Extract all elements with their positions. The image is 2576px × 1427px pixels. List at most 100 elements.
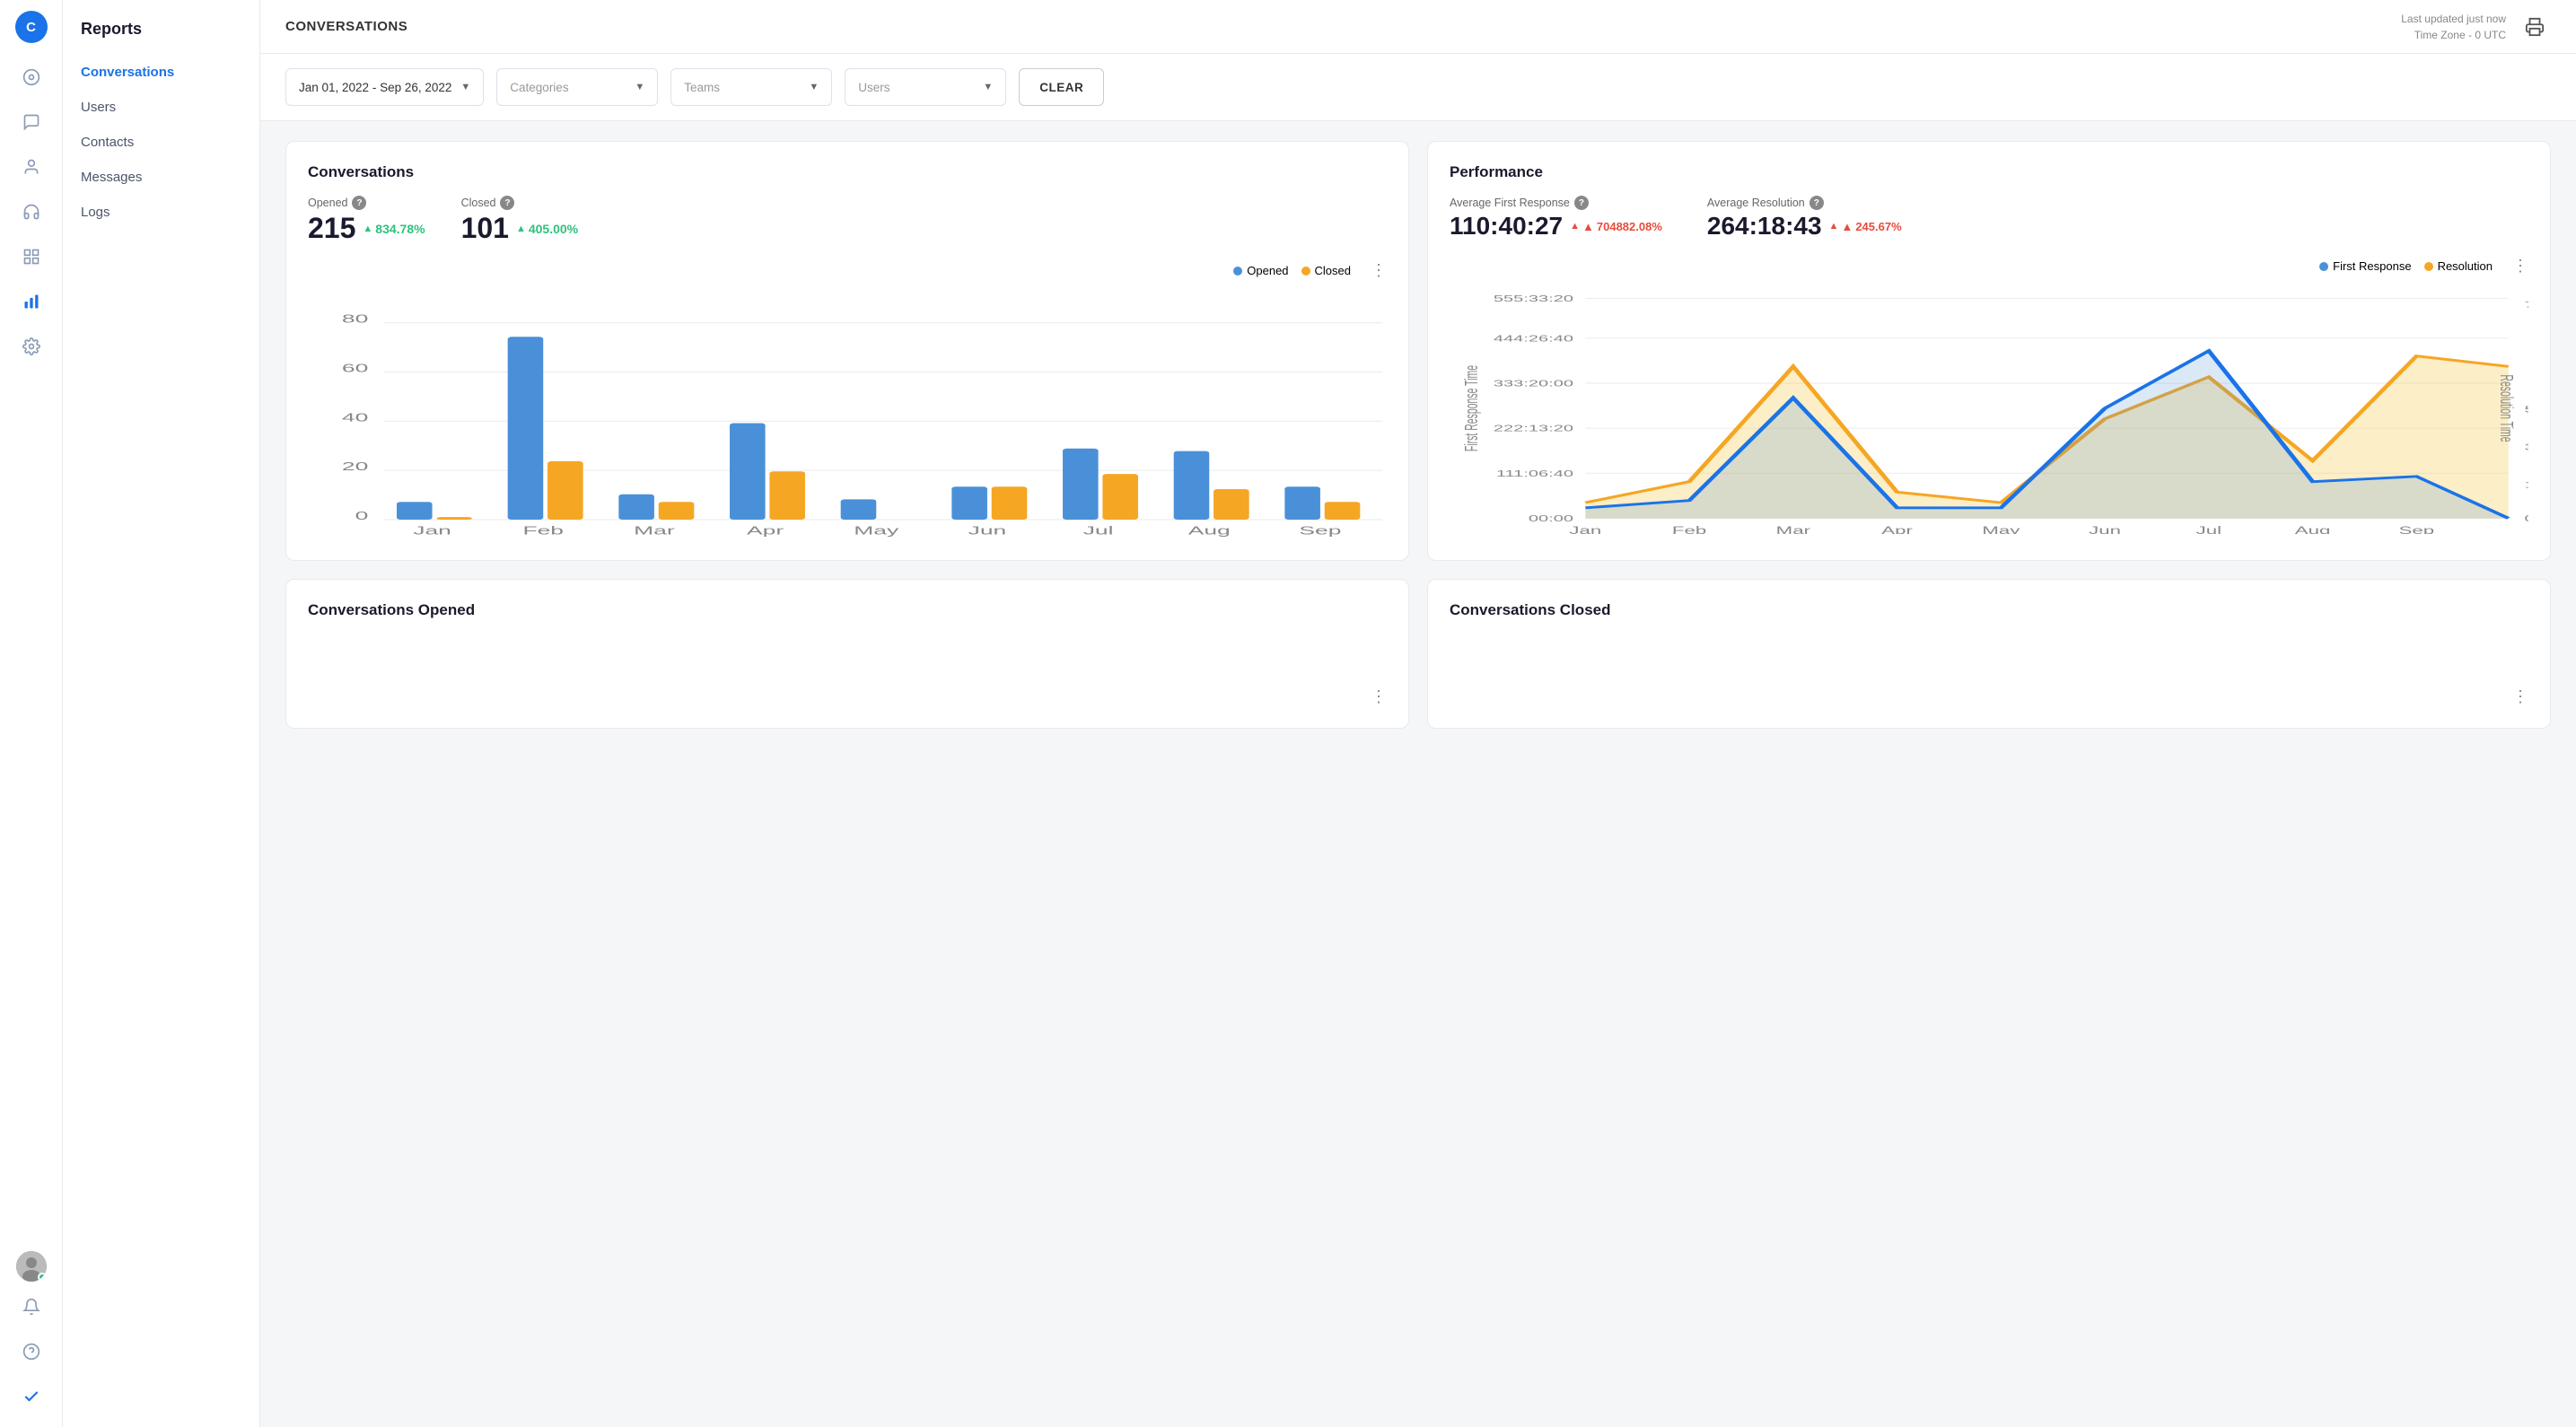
closed-help-icon[interactable]: ? — [500, 196, 514, 210]
svg-text:Mar: Mar — [1776, 524, 1810, 534]
opened-value: 215 834.78% — [308, 212, 425, 245]
reports-icon[interactable] — [12, 282, 51, 321]
nav-item-logs[interactable]: Logs — [63, 195, 259, 230]
bottom-cards-row: Conversations Opened ⋮ Conversations Clo… — [285, 579, 2551, 729]
date-range-filter[interactable]: Jan 01, 2022 - Sep 26, 2022 ▼ — [285, 68, 484, 106]
performance-chart-menu[interactable]: ⋮ — [2512, 257, 2528, 276]
app-avatar: C — [15, 11, 48, 43]
settings-icon[interactable] — [12, 327, 51, 366]
svg-text:40: 40 — [342, 411, 368, 424]
user-avatar[interactable] — [16, 1251, 47, 1282]
avg-resolution-help-icon[interactable]: ? — [1809, 196, 1824, 210]
checkmark-icon[interactable] — [12, 1377, 51, 1416]
legend-first-response: First Response — [2319, 259, 2411, 273]
svg-text:444:26:40: 444:26:40 — [1494, 334, 1573, 344]
opened-metric: Opened ? 215 834.78% — [308, 196, 425, 245]
svg-text:Jan: Jan — [1569, 524, 1601, 534]
user-status-dot — [38, 1273, 47, 1282]
nav-item-conversations[interactable]: Conversations — [63, 55, 259, 90]
avg-resolution-change: ▲ 245.67% — [1829, 220, 1902, 233]
svg-text:60: 60 — [342, 362, 368, 374]
opened-change: 834.78% — [363, 222, 425, 236]
top-cards-row: Conversations Opened ? 215 834.78% — [285, 141, 2551, 561]
closed-change: 405.00% — [516, 222, 578, 236]
performance-line-chart: 00:00 111:06:40 222:13:20 333:20:00 444:… — [1450, 283, 2528, 534]
legend-opened: Opened — [1233, 264, 1288, 277]
conversations-card: Conversations Opened ? 215 834.78% — [285, 141, 1409, 561]
clear-button[interactable]: CLEAR — [1019, 68, 1104, 106]
closed-value: 101 405.00% — [461, 212, 579, 245]
avg-first-response-help-icon[interactable]: ? — [1574, 196, 1589, 210]
avg-resolution-value: 264:18:43 ▲ 245.67% — [1707, 212, 1902, 241]
svg-text:222:13:20: 222:13:20 — [1494, 424, 1573, 433]
conversations-bar-chart: 0 20 40 60 80 JanFebMarAprMayJunJulAugSe… — [308, 287, 1387, 538]
svg-text:777:46:40: 777:46:40 — [2525, 300, 2528, 310]
conversations-chart-menu[interactable]: ⋮ — [1371, 261, 1387, 280]
svg-text:333:20:00: 333:20:00 — [1494, 379, 1573, 389]
svg-text:May: May — [854, 524, 899, 537]
conversations-opened-card: Conversations Opened ⋮ — [285, 579, 1409, 729]
avg-resolution-label: Average Resolution ? — [1707, 196, 1902, 210]
categories-filter[interactable]: Categories ▼ — [496, 68, 658, 106]
avg-resolution-metric: Average Resolution ? 264:18:43 ▲ 245.67% — [1707, 196, 1902, 241]
svg-text:May: May — [1982, 524, 2020, 534]
avg-first-response-change: ▲ 704882.08% — [1570, 220, 1662, 233]
svg-text:20: 20 — [342, 460, 368, 473]
svg-text:0: 0 — [355, 510, 369, 522]
help-icon[interactable] — [12, 1332, 51, 1371]
opened-help-icon[interactable]: ? — [352, 196, 366, 210]
opened-chart-menu[interactable]: ⋮ — [1371, 687, 1387, 706]
print-button[interactable] — [2519, 11, 2551, 43]
home-icon[interactable] — [12, 57, 51, 97]
legend-resolution: Resolution — [2424, 259, 2493, 273]
closed-label: Closed ? — [461, 196, 579, 210]
users-chevron-icon: ▼ — [983, 82, 993, 92]
svg-text:Jan: Jan — [413, 524, 451, 537]
conversations-card-title: Conversations — [308, 163, 1387, 181]
first-response-legend-dot — [2319, 262, 2328, 271]
conversations-closed-card: Conversations Closed ⋮ — [1427, 579, 2551, 729]
opened-label: Opened ? — [308, 196, 425, 210]
svg-text:194:26:40: 194:26:40 — [2525, 480, 2528, 490]
conversations-closed-title: Conversations Closed — [1450, 601, 2528, 619]
top-bar: CONVERSATIONS Last updated just now Time… — [260, 0, 2576, 54]
svg-text:Jul: Jul — [1083, 524, 1114, 537]
teams-filter[interactable]: Teams ▼ — [670, 68, 832, 106]
svg-text:Aug: Aug — [2295, 524, 2331, 534]
nav-panel: Reports Conversations Users Contacts Mes… — [63, 0, 260, 1427]
svg-text:Jun: Jun — [968, 524, 1007, 537]
closed-chart-menu[interactable]: ⋮ — [2512, 687, 2528, 706]
main-content: CONVERSATIONS Last updated just now Time… — [260, 0, 2576, 1427]
svg-text:Jul: Jul — [2196, 524, 2221, 534]
svg-text:Sep: Sep — [2399, 524, 2435, 534]
notification-icon[interactable] — [12, 1287, 51, 1326]
svg-text:Apr: Apr — [747, 524, 784, 537]
svg-text:555:33:20: 555:33:20 — [1494, 293, 1573, 303]
avg-first-response-metric: Average First Response ? 110:40:27 ▲ 704… — [1450, 196, 1662, 241]
closed-legend-dot — [1301, 267, 1310, 276]
svg-text:Mar: Mar — [634, 524, 675, 537]
svg-text:00:00: 00:00 — [2525, 513, 2528, 523]
nav-item-users[interactable]: Users — [63, 90, 259, 125]
nav-title: Reports — [63, 0, 259, 55]
svg-text:Jun: Jun — [2089, 524, 2121, 534]
last-updated: Last updated just now Time Zone - 0 UTC — [2401, 11, 2506, 43]
contacts-icon[interactable] — [12, 147, 51, 187]
svg-text:Apr: Apr — [1881, 524, 1913, 534]
svg-text:00:00: 00:00 — [1529, 513, 1573, 523]
svg-text:583:20:00: 583:20:00 — [2525, 405, 2528, 415]
sidebar-bottom — [12, 1251, 51, 1416]
svg-text:111:06:40: 111:06:40 — [1496, 468, 1573, 478]
nav-item-messages[interactable]: Messages — [63, 160, 259, 195]
listen-icon[interactable] — [12, 192, 51, 232]
svg-text:Aug: Aug — [1188, 524, 1231, 537]
top-bar-right: Last updated just now Time Zone - 0 UTC — [2401, 11, 2551, 43]
legend-closed: Closed — [1301, 264, 1351, 277]
nav-item-contacts[interactable]: Contacts — [63, 125, 259, 160]
team-icon[interactable] — [12, 237, 51, 276]
chat-icon[interactable] — [12, 102, 51, 142]
date-range-chevron-icon: ▼ — [460, 82, 470, 92]
performance-card: Performance Average First Response ? 110… — [1427, 141, 2551, 561]
users-filter[interactable]: Users ▼ — [845, 68, 1006, 106]
performance-card-title: Performance — [1450, 163, 2528, 181]
